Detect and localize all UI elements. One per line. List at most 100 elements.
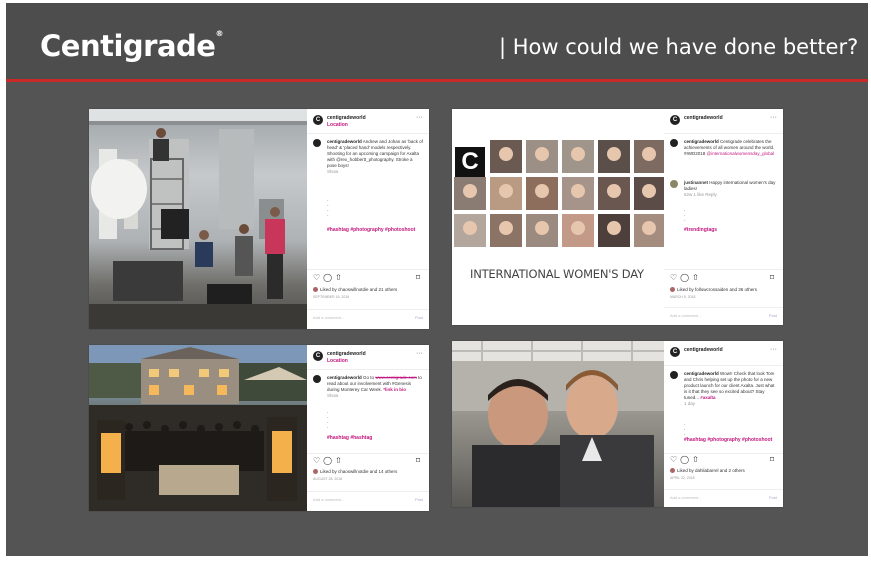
- comment-icon[interactable]: ◯: [323, 273, 332, 282]
- heart-icon[interactable]: ♡: [313, 273, 320, 282]
- studio-photoshoot-image: [89, 109, 307, 329]
- caption-mention[interactable]: @internationalwomensday_global: [707, 151, 775, 156]
- post-hashtags[interactable]: #trendingtags: [684, 227, 777, 234]
- comment-icon[interactable]: ◯: [680, 455, 689, 464]
- post-username[interactable]: centigradeworld: [327, 351, 366, 357]
- divider: [307, 369, 429, 370]
- caption-username[interactable]: centigradeworld: [327, 139, 362, 144]
- heart-icon[interactable]: ♡: [670, 273, 677, 282]
- divider: [664, 133, 783, 134]
- divider: [307, 491, 429, 492]
- heart-icon[interactable]: ♡: [670, 455, 677, 464]
- post-caption: centigradeworld Wow!! Check that look To…: [684, 371, 777, 407]
- post-3-photo: [89, 345, 307, 511]
- post-actions: ♡ ◯ ⇧ ⌑: [313, 273, 423, 283]
- bookmark-icon[interactable]: ⌑: [416, 273, 420, 282]
- divider: [307, 453, 429, 454]
- accent-divider: [6, 79, 868, 82]
- post-4-sidebar: C centigradeworld ··· centigradeworld Wo…: [664, 341, 783, 507]
- post-actions: ♡ ◯ ⇧ ⌑: [670, 455, 777, 465]
- post-1-sidebar: C centigradeworld Location ··· centigrad…: [307, 109, 429, 329]
- comment-input[interactable]: Add a comment... Post: [670, 495, 777, 500]
- post-comment-button[interactable]: Post: [415, 497, 423, 502]
- caption-username[interactable]: centigradeworld: [684, 139, 719, 144]
- caption-username[interactable]: centigradeworld: [327, 375, 362, 380]
- slide-title: | How could we have done better?: [499, 35, 859, 59]
- heart-icon[interactable]: ♡: [313, 456, 320, 465]
- caption-username[interactable]: centigradeworld: [684, 371, 719, 376]
- post-location[interactable]: Location: [327, 358, 348, 364]
- caption-hashtag[interactable]: #axalta: [700, 395, 715, 400]
- caption-link-in-bio[interactable]: *link in bio: [383, 387, 406, 392]
- comment-icon[interactable]: ◯: [323, 456, 332, 465]
- comment-icon[interactable]: ◯: [680, 273, 689, 282]
- caption-dots: · · · ·: [327, 198, 329, 219]
- divider: [664, 269, 783, 270]
- post-date: APRIL 22, 2018: [670, 476, 695, 480]
- post-likes[interactable]: Liked by followcrossaiden and 36 others: [670, 287, 777, 293]
- reply-username[interactable]: justinannet: [684, 180, 708, 185]
- caption-link[interactable]: www.centigrade.com: [375, 375, 417, 380]
- post-username[interactable]: centigradeworld: [327, 115, 366, 121]
- comment-input[interactable]: Add a comment... Post: [670, 313, 777, 318]
- post-likes[interactable]: Liked by chaoswillnotdie and 14 others: [313, 469, 423, 475]
- caption-show-more[interactable]: Show: [327, 393, 338, 398]
- post-4-photo: [452, 341, 664, 507]
- instagram-post-4[interactable]: C centigradeworld ··· centigradeworld Wo…: [452, 341, 783, 507]
- caption-show-more[interactable]: 1 day: [684, 401, 695, 406]
- post-actions: ♡ ◯ ⇧ ⌑: [670, 273, 777, 283]
- evening-patio-event-image: [89, 345, 307, 511]
- account-avatar[interactable]: C: [670, 115, 680, 125]
- divider: [307, 133, 429, 134]
- reply-meta[interactable]: 52w 1 like Reply: [684, 192, 717, 197]
- post-actions: ♡ ◯ ⇧ ⌑: [313, 456, 423, 466]
- post-likes[interactable]: Liked by chaoswillnotdie and 21 others: [313, 287, 423, 293]
- post-date: AUGUST 28, 2018: [313, 477, 343, 481]
- more-options-icon[interactable]: ···: [416, 350, 423, 357]
- divider: [664, 453, 783, 454]
- post-hashtags[interactable]: #hashtag #photography #photoshoot: [684, 437, 777, 444]
- caption-dots: · · ·: [684, 208, 686, 224]
- share-icon[interactable]: ⇧: [335, 456, 342, 465]
- caption-avatar: [313, 375, 321, 383]
- slide-header: Centigrade® | How could we have done bet…: [6, 3, 868, 79]
- divider: [664, 489, 783, 490]
- bookmark-icon[interactable]: ⌑: [416, 456, 420, 465]
- comment-input[interactable]: Add a comment... Post: [313, 497, 423, 502]
- caption-show-more[interactable]: Show: [327, 169, 338, 174]
- instagram-post-2[interactable]: C INTERNATIONAL WOMEN'S DAY C centigrade…: [452, 109, 783, 325]
- post-likes[interactable]: Liked by dahliabarrel and 2 others: [670, 468, 777, 474]
- comment-input[interactable]: Add a comment... Post: [313, 315, 423, 320]
- caption-avatar: [670, 139, 678, 147]
- account-avatar[interactable]: C: [313, 115, 323, 125]
- divider: [307, 269, 429, 270]
- divider: [664, 365, 783, 366]
- post-comment-button[interactable]: Post: [769, 313, 777, 318]
- share-icon[interactable]: ⇧: [692, 273, 699, 282]
- bookmark-icon[interactable]: ⌑: [770, 455, 774, 464]
- logo-text: Centigrade: [40, 29, 216, 63]
- caption-avatar: [670, 371, 678, 379]
- instagram-post-1[interactable]: C centigradeworld Location ··· centigrad…: [89, 109, 429, 329]
- post-date: SEPTEMBER 18, 2018: [313, 295, 350, 299]
- post-hashtags[interactable]: #hashtag #hashtag: [327, 435, 423, 442]
- account-avatar[interactable]: C: [313, 351, 323, 361]
- post-username[interactable]: centigradeworld: [684, 347, 723, 353]
- post-1-photo: [89, 109, 307, 329]
- account-avatar[interactable]: C: [670, 347, 680, 357]
- share-icon[interactable]: ⇧: [335, 273, 342, 282]
- more-options-icon[interactable]: ···: [770, 114, 777, 121]
- post-hashtags[interactable]: #hashtag #photography #photoshoot: [327, 227, 423, 234]
- post-username[interactable]: centigradeworld: [684, 115, 723, 121]
- more-options-icon[interactable]: ···: [770, 346, 777, 353]
- share-icon[interactable]: ⇧: [692, 455, 699, 464]
- instagram-post-3[interactable]: C centigradeworld Location ··· centigrad…: [89, 345, 429, 511]
- caption-text-pre: Go to: [363, 375, 375, 380]
- post-comment-button[interactable]: Post: [415, 315, 423, 320]
- post-3-sidebar: C centigradeworld Location ··· centigrad…: [307, 345, 429, 511]
- slide: Centigrade® | How could we have done bet…: [6, 3, 868, 556]
- more-options-icon[interactable]: ···: [416, 114, 423, 121]
- post-comment-button[interactable]: Post: [769, 495, 777, 500]
- bookmark-icon[interactable]: ⌑: [770, 273, 774, 282]
- post-location[interactable]: Location: [327, 122, 348, 128]
